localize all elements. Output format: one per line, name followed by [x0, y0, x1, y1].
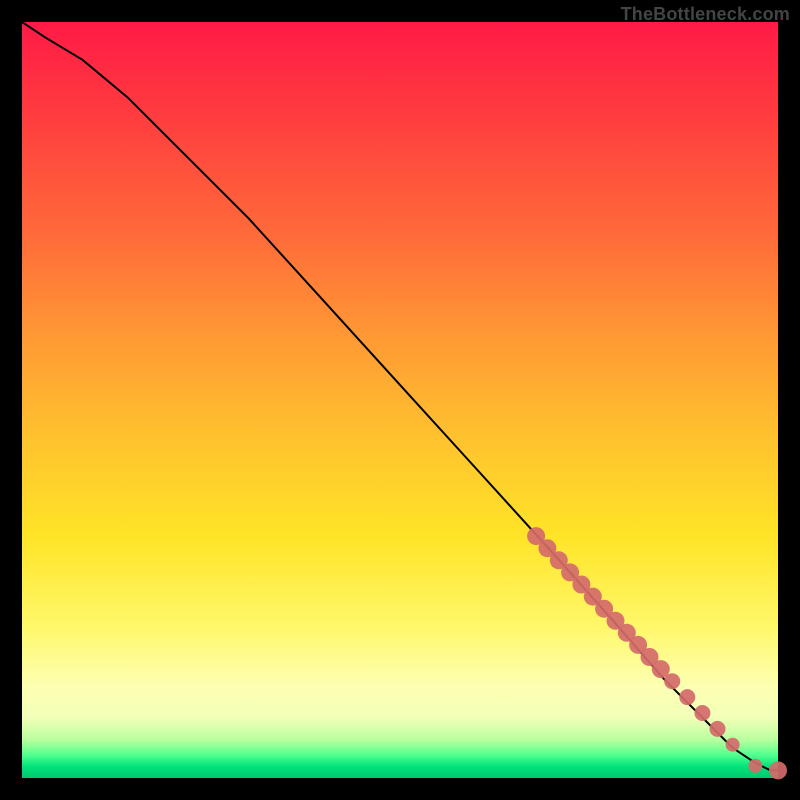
chart-stage: TheBottleneck.com	[0, 0, 800, 800]
plot-area	[22, 22, 778, 778]
data-point	[664, 673, 680, 689]
data-point	[726, 738, 740, 752]
data-point	[748, 759, 762, 773]
data-point	[694, 705, 710, 721]
attribution-label: TheBottleneck.com	[621, 4, 790, 25]
data-point	[769, 761, 787, 779]
marker-group	[527, 527, 787, 779]
chart-svg	[22, 22, 778, 778]
data-point	[679, 689, 695, 705]
curve-path	[22, 22, 778, 770]
data-point	[710, 721, 726, 737]
